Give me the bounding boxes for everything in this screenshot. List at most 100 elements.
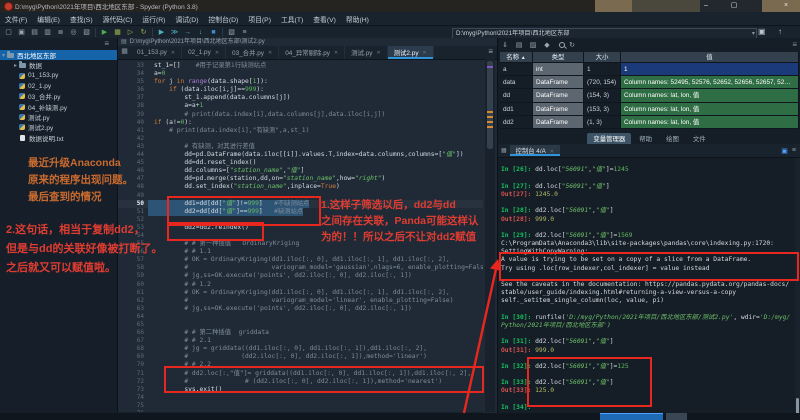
line-number[interactable]: 75 bbox=[118, 402, 148, 410]
line-number[interactable]: 34 bbox=[118, 70, 148, 78]
editor-tab-5[interactable]: 测试2.py✕ bbox=[388, 46, 434, 59]
close-icon[interactable]: ✕ bbox=[550, 149, 554, 155]
code-line[interactable]: 60 # # 1.2 bbox=[118, 281, 483, 289]
sidebar-item-0[interactable]: ▸数据 bbox=[0, 60, 117, 70]
line-number[interactable]: 38 bbox=[118, 102, 148, 110]
table-row-dd[interactable]: ddDataFrame(154, 3)Column names: lat, lo… bbox=[500, 89, 799, 102]
menu-item-5[interactable]: 调试(D) bbox=[170, 14, 203, 24]
sidebar-item-6[interactable]: 测试2.py bbox=[0, 122, 117, 132]
code-line[interactable]: 67 # # 2.1 bbox=[118, 337, 483, 345]
line-number[interactable]: 35 bbox=[118, 78, 148, 86]
var-type[interactable]: DataFrame bbox=[533, 89, 584, 102]
var-type[interactable]: DataFrame bbox=[533, 103, 584, 116]
code-line[interactable]: 33st_1=[] #用于记录第i行缺测站点 bbox=[118, 62, 483, 70]
var-value[interactable]: Column names: lat, lon, 值 bbox=[621, 103, 799, 116]
line-number[interactable]: 36 bbox=[118, 86, 148, 94]
var-size[interactable]: (153, 3) bbox=[584, 103, 621, 116]
sidebar-item-1[interactable]: 01_153.py bbox=[0, 71, 117, 81]
line-number[interactable]: 40 bbox=[118, 119, 148, 127]
code-line[interactable]: 64 bbox=[118, 313, 483, 321]
close-icon[interactable]: ✕ bbox=[376, 50, 380, 56]
var-size[interactable]: 1 bbox=[584, 63, 621, 76]
column-header-3[interactable]: 值 bbox=[621, 52, 799, 63]
line-number[interactable]: 67 bbox=[118, 337, 148, 345]
menu-item-1[interactable]: 编辑(E) bbox=[32, 14, 65, 24]
line-number[interactable]: 62 bbox=[118, 297, 148, 305]
working-directory-combo[interactable]: D:\myg\Python\2021年项目\西北地区东部 ▾ bbox=[452, 28, 757, 39]
code-line[interactable]: 42 bbox=[118, 135, 483, 143]
pane-tab-0[interactable]: 变量管理器 bbox=[587, 133, 631, 144]
chevron-down-icon[interactable]: ▾ bbox=[752, 29, 755, 38]
column-header-0[interactable]: 名称 ▲ bbox=[500, 52, 533, 63]
line-number[interactable]: 39 bbox=[118, 111, 148, 119]
var-name[interactable]: dd1 bbox=[500, 103, 533, 116]
line-number[interactable]: 37 bbox=[118, 94, 148, 102]
tab-options-icon[interactable]: ≡ bbox=[484, 46, 497, 59]
code-line[interactable]: 68 # jg = griddata((dd1.iloc[:, 0], dd1.… bbox=[118, 345, 483, 353]
line-number[interactable]: 60 bbox=[118, 281, 148, 289]
code-line[interactable]: 57 # OK = OrdinaryKriging(dd1.iloc[:, 0]… bbox=[118, 256, 483, 264]
table-row-dd1[interactable]: dd1DataFrame(153, 3)Column names: lat, l… bbox=[500, 103, 799, 116]
close-icon[interactable]: ✕ bbox=[215, 50, 219, 56]
code-line[interactable]: 48 dd.set_index("station_name",inplace=T… bbox=[118, 183, 483, 191]
code-line[interactable]: 56 # # 1.1 bbox=[118, 248, 483, 256]
code-line[interactable]: 43 # 有缺测，对其进行差值 bbox=[118, 143, 483, 151]
var-name[interactable]: dd bbox=[500, 89, 533, 102]
code-line[interactable]: 62 # variogram_model='linear', enable_pl… bbox=[118, 297, 483, 305]
line-number[interactable]: 33 bbox=[118, 62, 148, 70]
options-menu-icon[interactable]: ≡ bbox=[792, 40, 797, 49]
line-number[interactable]: 69 bbox=[118, 353, 148, 361]
maximize-button[interactable]: ▢ bbox=[726, 0, 742, 11]
line-number[interactable]: 74 bbox=[118, 394, 148, 402]
close-icon[interactable]: ✕ bbox=[171, 50, 175, 56]
menu-item-10[interactable]: 帮助(H) bbox=[341, 14, 374, 24]
code-line[interactable]: 66 # # 第二种插值 griddata bbox=[118, 329, 483, 337]
close-icon[interactable]: ✕ bbox=[334, 50, 338, 56]
menu-item-7[interactable]: 项目(P) bbox=[243, 14, 276, 24]
line-number[interactable]: 63 bbox=[118, 305, 148, 313]
print-icon[interactable]: ≣ bbox=[54, 27, 67, 38]
save-icon[interactable]: ▤ bbox=[28, 27, 41, 38]
editor-tab-0[interactable]: 01_153.py✕ bbox=[131, 46, 182, 59]
line-number[interactable]: 72 bbox=[118, 378, 148, 386]
find-icon[interactable]: ◎ bbox=[67, 27, 80, 38]
code-line[interactable]: 74 bbox=[118, 394, 483, 402]
code-line[interactable]: 39 # print(data.index[i],data.columns[j]… bbox=[118, 111, 483, 119]
sidebar-item-4[interactable]: 04_补缺测.py bbox=[0, 101, 117, 111]
menu-item-8[interactable]: 工具(T) bbox=[276, 14, 308, 24]
line-number[interactable]: 51 bbox=[118, 208, 148, 216]
var-type[interactable]: DataFrame bbox=[533, 116, 584, 129]
code-line[interactable]: 36 if (data.iloc[i,j]==999): bbox=[118, 86, 483, 94]
close-icon[interactable]: ✕ bbox=[268, 50, 272, 56]
editor-tab-4[interactable]: 测试.py✕ bbox=[345, 46, 388, 59]
step-icon[interactable]: ≫ bbox=[168, 27, 181, 38]
console-tab[interactable]: 控制台 4/A✕ bbox=[510, 145, 560, 156]
var-value[interactable]: Column names: lat, lon, 值 bbox=[621, 89, 799, 102]
code-line[interactable]: 69 # (dd2.iloc[:, 0], dd2.iloc[:, 1]),me… bbox=[118, 353, 483, 361]
rerun-icon[interactable]: ↻ bbox=[137, 27, 150, 38]
menu-item-0[interactable]: 文件(F) bbox=[0, 14, 32, 24]
inspect-icon[interactable]: ▣ bbox=[781, 147, 788, 155]
var-type[interactable]: DataFrame bbox=[533, 76, 584, 89]
line-number[interactable]: 70 bbox=[118, 361, 148, 369]
code-line[interactable]: 63 # jg,ss=OK.execute('points', dd2.iloc… bbox=[118, 305, 483, 313]
line-number[interactable]: 68 bbox=[118, 345, 148, 353]
code-line[interactable]: 59 # jg,ss=OK.execute('points', dd2.iloc… bbox=[118, 272, 483, 280]
save-data-as-icon[interactable]: ▨ bbox=[526, 41, 540, 49]
code-line[interactable]: 38 a=a+1 bbox=[118, 102, 483, 110]
pane-tab-2[interactable]: 绘图 bbox=[660, 133, 685, 144]
new-file-icon[interactable]: ▢ bbox=[2, 27, 15, 38]
run-cell-icon[interactable]: ▦ bbox=[111, 27, 124, 38]
run-cell-advance-icon[interactable]: ▷ bbox=[124, 27, 137, 38]
code-line[interactable]: 45 dd=dd.reset_index() bbox=[118, 159, 483, 167]
var-name[interactable]: dd2 bbox=[500, 116, 533, 129]
code-line[interactable]: 37 st_1.append(data.columns[j]) bbox=[118, 94, 483, 102]
browse-tabs-icon[interactable]: ▦ bbox=[118, 46, 131, 59]
sidebar-item-5[interactable]: 测试.py bbox=[0, 112, 117, 122]
sidebar-item-2[interactable]: 02_1.py bbox=[0, 81, 117, 91]
menu-item-3[interactable]: 源代码(C) bbox=[98, 14, 138, 24]
remove-variables-icon[interactable]: ◆ bbox=[540, 41, 554, 49]
replace-icon[interactable]: ▧ bbox=[80, 27, 93, 38]
code-line[interactable]: 34a=0 bbox=[118, 70, 483, 78]
console-scrollbar[interactable] bbox=[795, 157, 800, 418]
